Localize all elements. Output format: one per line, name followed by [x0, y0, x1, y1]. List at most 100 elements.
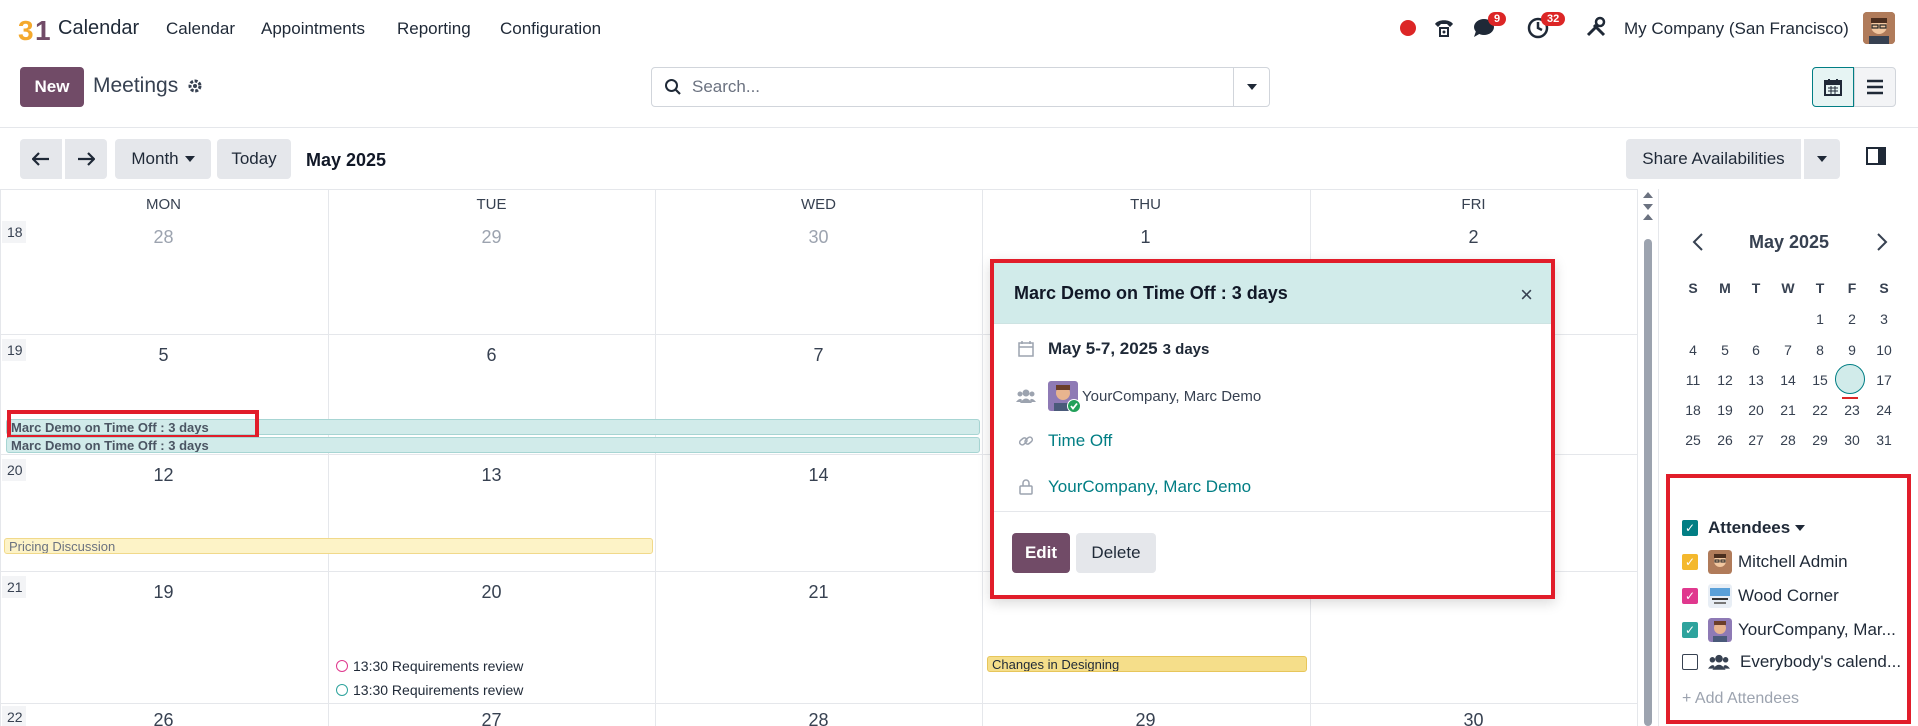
mini-day[interactable]: 19 — [1709, 402, 1741, 418]
event-requirements-review[interactable]: 13:30 Requirements review — [336, 658, 523, 674]
mini-day[interactable]: 17 — [1868, 372, 1900, 388]
mini-day[interactable]: 15 — [1804, 372, 1836, 388]
day-cell[interactable]: 2 — [1310, 227, 1637, 248]
search-input[interactable] — [692, 68, 1212, 106]
mini-day[interactable]: 31 — [1868, 432, 1900, 448]
mini-day[interactable]: 1 — [1804, 311, 1836, 327]
app-name[interactable]: Calendar — [58, 17, 139, 40]
day-cell[interactable]: 29 — [982, 710, 1309, 726]
mini-next-month-icon[interactable] — [1876, 232, 1888, 258]
share-availabilities-button[interactable]: Share Availabilities — [1626, 139, 1801, 179]
attendee-filter-item[interactable]: ✓ Wood Corner — [1682, 584, 1839, 608]
organizer-link[interactable]: YourCompany, Marc Demo — [1048, 477, 1251, 497]
edit-button[interactable]: Edit — [1012, 533, 1070, 573]
mini-day[interactable]: 20 — [1740, 402, 1772, 418]
mini-day[interactable]: 14 — [1772, 372, 1804, 388]
close-icon[interactable]: × — [1520, 282, 1533, 308]
event-changes-in-designing[interactable]: Changes in Designing — [987, 656, 1307, 672]
list-view-button[interactable] — [1854, 67, 1896, 107]
day-cell[interactable]: 6 — [328, 345, 655, 366]
mini-day[interactable]: 5 — [1709, 342, 1741, 358]
menu-reporting[interactable]: Reporting — [397, 19, 471, 39]
checkbox[interactable]: ✓ — [1682, 554, 1698, 570]
event-pricing-discussion[interactable]: Pricing Discussion — [4, 538, 653, 554]
mini-day[interactable]: 28 — [1772, 432, 1804, 448]
day-cell[interactable]: 30 — [655, 227, 982, 248]
mini-day[interactable]: 24 — [1868, 402, 1900, 418]
checkbox[interactable]: ✓ — [1682, 588, 1698, 604]
today-button[interactable]: Today — [217, 139, 291, 179]
checkbox[interactable] — [1682, 654, 1698, 670]
recording-dot-icon[interactable] — [1400, 20, 1416, 36]
day-cell[interactable]: 21 — [655, 582, 982, 603]
svg-text:1: 1 — [35, 15, 50, 45]
day-cell[interactable]: 27 — [328, 710, 655, 726]
phone-icon[interactable] — [1432, 16, 1456, 45]
menu-configuration[interactable]: Configuration — [500, 19, 601, 39]
mini-day[interactable]: 7 — [1772, 342, 1804, 358]
mini-day[interactable]: 21 — [1772, 402, 1804, 418]
mini-day[interactable]: 11 — [1677, 372, 1709, 388]
menu-appointments[interactable]: Appointments — [261, 19, 365, 39]
next-period-button[interactable] — [65, 139, 107, 179]
scroll-thumb[interactable] — [1644, 239, 1652, 726]
day-cell[interactable]: 28 — [655, 710, 982, 726]
delete-button[interactable]: Delete — [1076, 533, 1156, 573]
checkbox[interactable]: ✓ — [1682, 622, 1698, 638]
mini-day[interactable]: 10 — [1868, 342, 1900, 358]
day-cell[interactable]: 1 — [982, 227, 1309, 248]
attendee-filter-item[interactable]: ✓ Mitchell Admin — [1682, 550, 1848, 574]
day-cell[interactable]: 13 — [328, 465, 655, 486]
prev-period-button[interactable] — [20, 139, 62, 179]
day-cell[interactable]: 5 — [0, 345, 327, 366]
calendar-view-button[interactable] — [1812, 67, 1854, 107]
mini-day[interactable]: 9 — [1836, 342, 1868, 358]
mini-day[interactable]: 30 — [1836, 432, 1868, 448]
time-off-link[interactable]: Time Off — [1048, 431, 1112, 451]
attendees-header[interactable]: ✓ Attendees — [1682, 518, 1806, 538]
scale-dropdown[interactable]: Month — [115, 139, 211, 179]
mini-day[interactable]: 27 — [1740, 432, 1772, 448]
day-cell[interactable]: 30 — [1310, 710, 1637, 726]
mini-day[interactable]: 25 — [1677, 432, 1709, 448]
event-time-off[interactable]: Marc Demo on Time Off : 3 days — [6, 437, 980, 453]
mini-day[interactable]: 18 — [1677, 402, 1709, 418]
tools-icon[interactable] — [1585, 16, 1607, 43]
search-options-toggle[interactable] — [1233, 68, 1269, 106]
mini-day[interactable]: 12 — [1709, 372, 1741, 388]
user-avatar[interactable] — [1863, 12, 1895, 44]
side-panel-toggle-icon[interactable] — [1866, 147, 1886, 170]
mini-day[interactable]: 3 — [1868, 311, 1900, 327]
company-switcher[interactable]: My Company (San Francisco) — [1624, 19, 1849, 39]
mini-day[interactable]: 8 — [1804, 342, 1836, 358]
share-dropdown-toggle[interactable] — [1804, 139, 1840, 179]
day-cell[interactable]: 29 — [328, 227, 655, 248]
calendar-app-icon[interactable]: 3 1 — [18, 13, 51, 46]
add-attendees-input[interactable]: + Add Attendees — [1682, 690, 1799, 708]
mini-day[interactable]: 6 — [1740, 342, 1772, 358]
event-requirements-review[interactable]: 13:30 Requirements review — [336, 682, 523, 698]
menu-calendar[interactable]: Calendar — [166, 19, 235, 39]
day-cell[interactable]: 14 — [655, 465, 982, 486]
checkbox[interactable]: ✓ — [1682, 520, 1698, 536]
grid-scrollbar[interactable] — [1641, 189, 1655, 726]
mini-day[interactable]: 22 — [1804, 402, 1836, 418]
mini-day[interactable]: 29 — [1804, 432, 1836, 448]
attendee-filter-item[interactable]: ✓ YourCompany, Mar... — [1682, 618, 1896, 642]
gear-icon[interactable] — [187, 78, 203, 99]
mini-day[interactable]: 26 — [1709, 432, 1741, 448]
new-button[interactable]: New — [20, 67, 84, 107]
day-cell[interactable]: 19 — [0, 582, 327, 603]
day-cell[interactable]: 20 — [328, 582, 655, 603]
day-cell[interactable]: 28 — [0, 227, 327, 248]
attendee-filter-item[interactable]: Everybody's calend... — [1682, 652, 1901, 672]
mini-day[interactable]: 2 — [1836, 311, 1868, 327]
attendee-avatar[interactable] — [1048, 381, 1081, 413]
mini-day[interactable]: 23 — [1836, 402, 1868, 418]
day-cell[interactable]: 26 — [0, 710, 327, 726]
mini-day[interactable]: 4 — [1677, 342, 1709, 358]
day-cell[interactable]: 12 — [0, 465, 327, 486]
popover-type-row: Time Off — [1014, 431, 1112, 451]
mini-day[interactable]: 13 — [1740, 372, 1772, 388]
day-cell[interactable]: 7 — [655, 345, 982, 366]
